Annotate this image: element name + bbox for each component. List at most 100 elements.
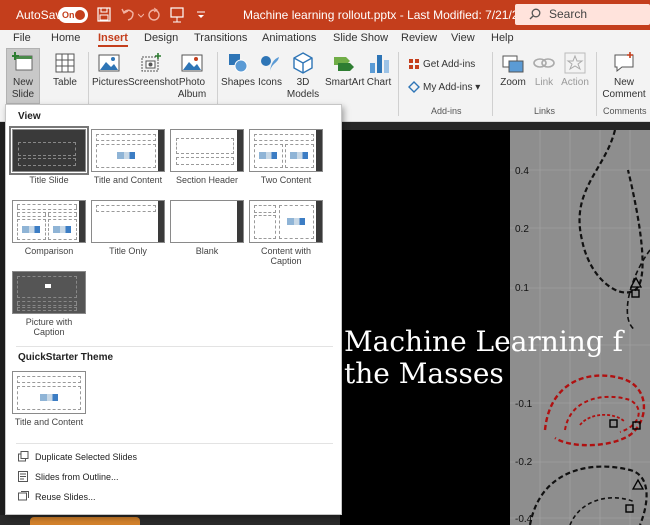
layout-title-slide[interactable]: Title Slide (9, 126, 89, 185)
ribbon-separator (398, 52, 399, 116)
store-icon (409, 59, 419, 69)
layout-caption: Content with Caption (260, 246, 312, 266)
undo-dropdown-icon[interactable] (137, 0, 145, 30)
new-comment-label-1: New (613, 77, 634, 88)
addins-icon (408, 81, 420, 93)
get-addins-button[interactable]: Get Add-ins (408, 58, 475, 72)
chart-icon (370, 55, 389, 73)
tab-review[interactable]: Review (401, 31, 437, 47)
icons-button[interactable]: Icons (256, 51, 284, 89)
pictures-button[interactable]: Pictures (92, 51, 129, 89)
comments-group-label: Comments (603, 106, 647, 116)
menu-divider (16, 443, 333, 444)
slides-from-outline-label: Slides from Outline... (35, 472, 119, 482)
menu-divider (16, 346, 333, 347)
presenter-icon[interactable] (170, 0, 184, 30)
new-comment-button[interactable]: New Comment (600, 51, 648, 101)
new-slide-dropdown: View Title Slide Title and Content Secti… (5, 104, 342, 515)
undo-icon[interactable] (120, 0, 136, 30)
search-icon (529, 8, 541, 20)
smartart-button[interactable]: SmartArt (325, 51, 364, 89)
ribbon-tabs: File Home Insert Design Transitions Anim… (0, 30, 650, 48)
tab-insert[interactable]: Insert (98, 31, 128, 47)
tab-slide-show[interactable]: Slide Show (333, 31, 388, 47)
layout-two-content[interactable]: Two Content (249, 129, 325, 185)
layout-caption: Two Content (260, 175, 312, 185)
new-slide-label-1: New (12, 77, 33, 88)
comment-icon (614, 52, 634, 73)
shapes-button[interactable]: Shapes (221, 51, 255, 89)
chart-button[interactable]: Chart (364, 51, 394, 89)
tab-animations[interactable]: Animations (262, 31, 316, 47)
pictures-icon (98, 54, 120, 72)
action-button[interactable]: Action (560, 51, 590, 89)
3d-models-label-1: 3D (296, 77, 310, 88)
links-group-label: Links (534, 106, 556, 116)
new-slide-icon (12, 52, 33, 71)
layout-theme-title-and-content[interactable]: Title and Content (12, 371, 88, 427)
photo-album-button[interactable]: Photo Album (174, 51, 210, 101)
axis-tick-label: 0.4 (515, 166, 529, 177)
addins-group-label: Add-ins (431, 106, 462, 116)
layout-thumbnail (12, 371, 86, 414)
my-addins-button[interactable]: My Add-ins ▾ (408, 81, 480, 95)
layout-thumbnail (12, 271, 86, 314)
customize-qat-icon[interactable] (197, 0, 205, 30)
axis-tick-label: -0.1 (515, 399, 533, 410)
layout-title-only[interactable]: Title Only (91, 200, 167, 256)
zoom-icon (502, 55, 524, 73)
tab-transitions[interactable]: Transitions (194, 31, 247, 47)
table-button[interactable]: Table (50, 51, 80, 89)
layout-caption: Blank (195, 246, 219, 256)
redo-icon[interactable] (147, 0, 161, 30)
icons-label: Icons (258, 77, 282, 88)
link-button[interactable]: Link (530, 51, 558, 89)
table-icon (55, 53, 75, 73)
duplicate-selected-slides-item[interactable]: Duplicate Selected Slides (18, 451, 137, 463)
tab-home[interactable]: Home (51, 31, 80, 47)
tab-view[interactable]: View (451, 31, 475, 47)
save-icon[interactable] (97, 0, 111, 30)
get-addins-label: Get Add-ins (423, 59, 476, 70)
zoom-label: Zoom (500, 77, 526, 88)
photo-album-label-2: Album (177, 89, 207, 100)
view-section-header: View (18, 111, 41, 122)
autosave-state: On (62, 10, 75, 20)
zoom-button[interactable]: Zoom (498, 51, 528, 89)
layout-blank[interactable]: Blank (170, 200, 246, 256)
theme-section-header: QuickStarter Theme (18, 352, 114, 363)
layout-title-and-content[interactable]: Title and Content (91, 129, 167, 185)
axis-tick-label: -0.2 (515, 457, 533, 468)
tab-help[interactable]: Help (491, 31, 514, 47)
layout-caption: Comparison (24, 246, 74, 256)
layout-thumbnail (249, 129, 323, 172)
tab-file[interactable]: File (13, 31, 31, 47)
slides-from-outline-item[interactable]: Slides from Outline... (18, 471, 119, 483)
layout-thumbnail (170, 200, 244, 243)
axis-tick-label: 0.1 (515, 283, 529, 294)
layout-section-header[interactable]: Section Header (170, 129, 246, 185)
chevron-down-icon: ▾ (472, 82, 481, 93)
pictures-label: Pictures (92, 77, 129, 88)
autosave-toggle[interactable]: On (58, 7, 88, 23)
new-slide-button[interactable]: New Slide (6, 51, 40, 101)
layout-caption: Picture with Caption (25, 317, 73, 337)
shapes-icon (229, 54, 248, 73)
screenshot-button[interactable]: Screenshot (128, 51, 179, 89)
search-box[interactable]: Search (515, 4, 650, 25)
reuse-slides-item[interactable]: Reuse Slides... (18, 491, 96, 503)
slide-title[interactable]: Machine Learning f the Masses (344, 326, 650, 390)
reuse-slides-label: Reuse Slides... (35, 492, 96, 502)
chart-label: Chart (366, 77, 392, 88)
new-slide-label-2: Slide (11, 89, 35, 100)
layout-picture-with-caption[interactable]: Picture with Caption (12, 271, 88, 337)
powerpoint-window: AutoSave On Machine learning rollout.ppt… (0, 0, 650, 525)
layout-comparison[interactable]: Comparison (12, 200, 88, 256)
smartart-icon (334, 57, 354, 71)
tab-design[interactable]: Design (144, 31, 178, 47)
3d-models-button[interactable]: 3D Models (285, 51, 321, 101)
layout-thumbnail (249, 200, 323, 243)
layout-content-with-caption[interactable]: Content with Caption (249, 200, 325, 266)
3d-models-label-2: Models (286, 89, 320, 100)
layout-thumbnail (91, 200, 165, 243)
